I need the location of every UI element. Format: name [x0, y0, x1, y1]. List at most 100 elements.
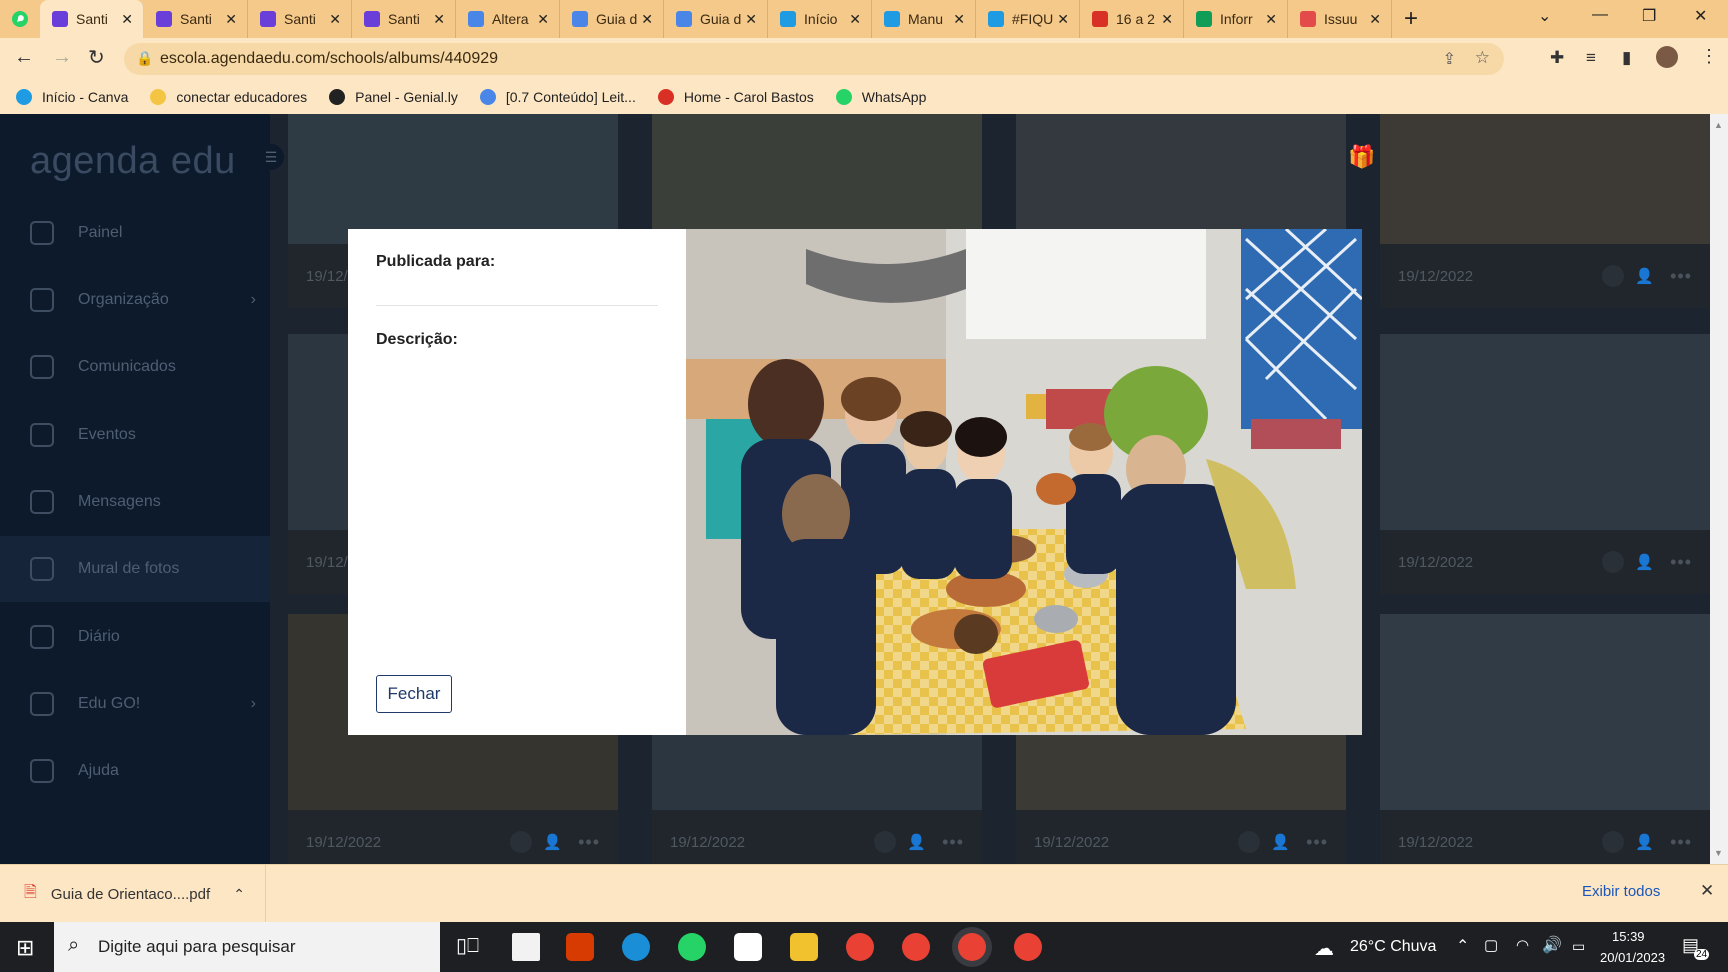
device-icon[interactable]: ▢ — [1484, 936, 1498, 954]
close-tab-icon[interactable]: ✕ — [1369, 11, 1381, 28]
photo-thumbnail[interactable] — [288, 114, 618, 244]
close-tab-icon[interactable]: ✕ — [121, 11, 133, 28]
reading-list-icon[interactable]: ≡ — [1586, 48, 1596, 68]
whatsapp-taskbar-icon[interactable] — [678, 933, 706, 961]
volume-icon[interactable]: 🔊 — [1542, 935, 1562, 955]
bookmark-item[interactable]: WhatsApp — [835, 89, 926, 105]
minimize-button[interactable]: — — [1592, 6, 1608, 24]
more-options-icon[interactable]: ••• — [578, 832, 600, 853]
extensions-icon[interactable]: ✚ — [1550, 48, 1564, 68]
back-button[interactable]: ← — [14, 46, 34, 69]
close-tab-icon[interactable]: ✕ — [1057, 11, 1069, 28]
office-icon[interactable] — [566, 933, 594, 961]
photo-card[interactable]: 19/12/2022 👤 ••• — [1380, 614, 1710, 864]
photo-card[interactable]: 19/12/2022 👤 ••• — [1380, 334, 1710, 594]
sidebar-item[interactable]: Edu GO! › — [0, 671, 270, 737]
photo-thumbnail[interactable] — [1380, 334, 1710, 530]
more-options-icon[interactable]: ••• — [942, 832, 964, 853]
user-icon[interactable]: 👤 — [1271, 833, 1290, 851]
bookmark-item[interactable]: Início - Canva — [16, 89, 128, 105]
pinned-tab-whatsapp[interactable] — [0, 0, 40, 38]
restore-button[interactable]: ❐ — [1642, 6, 1656, 26]
chevron-up-tray-icon[interactable]: ⌃ — [1456, 936, 1469, 956]
sidebar-item[interactable]: Eventos — [0, 402, 270, 468]
bookmark-item[interactable]: Panel - Genial.ly — [329, 89, 458, 105]
chrome-active-icon[interactable] — [958, 933, 986, 961]
close-tab-icon[interactable]: ✕ — [953, 11, 965, 28]
sidebar-item[interactable]: Organização › — [0, 267, 270, 333]
close-tab-icon[interactable]: ✕ — [329, 11, 341, 28]
tab-search-icon[interactable]: ⌄ — [1538, 6, 1551, 26]
sidebar-item[interactable]: Painel — [0, 200, 270, 266]
profile-avatar[interactable] — [1656, 46, 1678, 68]
browser-tab[interactable]: Santi ✕ — [248, 0, 352, 38]
close-tab-icon[interactable]: ✕ — [1265, 11, 1277, 28]
photo-thumbnail[interactable] — [1380, 614, 1710, 810]
scrollbar[interactable]: ▲ ▼ — [1710, 114, 1728, 864]
show-all-downloads-button[interactable]: Exibir todos — [1582, 883, 1660, 900]
windows-start-icon[interactable]: ⊞ — [16, 935, 34, 961]
photo-thumbnail[interactable] — [652, 114, 982, 244]
sidebar-item[interactable]: Ajuda — [0, 738, 270, 804]
task-view-icon[interactable]: ▯⎕ — [456, 933, 484, 961]
info-badge-icon[interactable] — [1602, 265, 1624, 287]
close-tab-icon[interactable]: ✕ — [225, 11, 237, 28]
close-window-button[interactable]: ✕ — [1694, 6, 1707, 26]
close-download-bar-button[interactable]: ✕ — [1700, 881, 1714, 901]
download-item[interactable]: 🗎 Guia de Orientaco....pdf ⌃ — [0, 865, 266, 923]
info-badge-icon[interactable] — [1602, 831, 1624, 853]
photo-card[interactable]: 19/12/2022 👤 ••• — [1380, 114, 1710, 308]
info-badge-icon[interactable] — [874, 831, 896, 853]
weather-text[interactable]: 26°C Chuva — [1350, 938, 1436, 956]
notion-icon[interactable] — [734, 933, 762, 961]
battery-icon[interactable]: ▭ — [1572, 938, 1585, 955]
chevron-up-icon[interactable]: ⌃ — [233, 886, 245, 903]
user-icon[interactable]: 👤 — [543, 833, 562, 851]
taskbar-search[interactable]: ⌕ Digite aqui para pesquisar — [54, 922, 440, 972]
browser-tab[interactable]: Santi ✕ — [40, 0, 144, 38]
user-icon[interactable]: 👤 — [907, 833, 926, 851]
clock-time[interactable]: 15:39 — [1612, 929, 1645, 944]
info-badge-icon[interactable] — [1602, 551, 1624, 573]
close-tab-icon[interactable]: ✕ — [537, 11, 549, 28]
bookmark-star-icon[interactable]: ☆ — [1475, 48, 1490, 68]
close-tab-icon[interactable]: ✕ — [1161, 11, 1173, 28]
close-tab-icon[interactable]: ✕ — [745, 11, 757, 28]
sidebar-item[interactable]: Diário — [0, 604, 270, 670]
browser-tab[interactable]: Guia d ✕ — [560, 0, 664, 38]
new-tab-button[interactable]: + — [1404, 5, 1418, 33]
user-icon[interactable]: 👤 — [1635, 833, 1654, 851]
reload-button[interactable]: ↻ — [88, 45, 105, 70]
browser-tab[interactable]: Santi ✕ — [352, 0, 456, 38]
browser-tab[interactable]: 16 a 2 ✕ — [1080, 0, 1184, 38]
close-button[interactable]: Fechar — [376, 675, 452, 713]
user-icon[interactable]: 👤 — [1635, 267, 1654, 285]
photo-thumbnail[interactable] — [1380, 114, 1710, 244]
file-explorer-icon[interactable] — [790, 933, 818, 961]
info-badge-icon[interactable] — [510, 831, 532, 853]
sidebar-item[interactable]: Comunicados — [0, 334, 270, 400]
clock-date[interactable]: 20/01/2023 — [1600, 950, 1665, 965]
bookmark-item[interactable]: Home - Carol Bastos — [657, 89, 814, 105]
browser-tab[interactable]: Santi ✕ — [144, 0, 248, 38]
file-app-icon[interactable] — [512, 933, 540, 961]
side-panel-icon[interactable]: ▮ — [1622, 48, 1631, 68]
bookmark-item[interactable]: [0.7 Conteúdo] Leit... — [479, 89, 636, 105]
browser-tab[interactable]: Manu ✕ — [872, 0, 976, 38]
edge-icon[interactable] — [622, 933, 650, 961]
chrome-profile-icon[interactable] — [902, 933, 930, 961]
user-icon[interactable]: 👤 — [1635, 553, 1654, 571]
more-options-icon[interactable]: ••• — [1306, 832, 1328, 853]
info-badge-icon[interactable] — [1238, 831, 1260, 853]
sidebar-item[interactable]: Mensagens — [0, 469, 270, 535]
sidebar-toggle-button[interactable]: ☰ — [258, 144, 284, 170]
close-tab-icon[interactable]: ✕ — [433, 11, 445, 28]
close-tab-icon[interactable]: ✕ — [849, 11, 861, 28]
browser-tab[interactable]: Inforr ✕ — [1184, 0, 1288, 38]
photo-thumbnail[interactable] — [1016, 114, 1346, 244]
address-bar[interactable]: 🔒 escola.agendaedu.com/schools/albums/44… — [124, 43, 1504, 75]
browser-tab[interactable]: Issuu ✕ — [1288, 0, 1392, 38]
menu-icon[interactable]: ⋮ — [1700, 46, 1718, 67]
browser-tab[interactable]: Altera ✕ — [456, 0, 560, 38]
more-options-icon[interactable]: ••• — [1670, 266, 1692, 287]
